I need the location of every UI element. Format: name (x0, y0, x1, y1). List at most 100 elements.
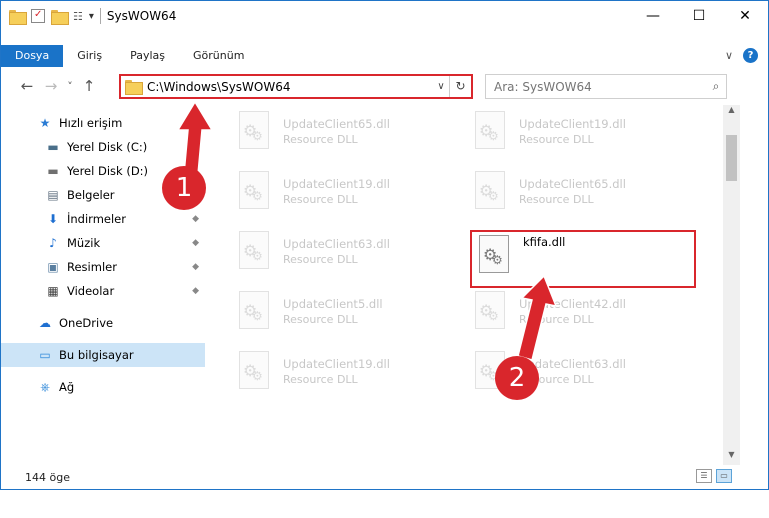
address-folder-icon (125, 80, 143, 95)
file-name: UpdateClient19.dll (283, 177, 390, 191)
dll-file-icon: ⚙ ⚙ (235, 111, 273, 151)
file-list: ⚙ ⚙ UpdateClient65.dll Resource DLL ⚙ ⚙ Upd… (219, 105, 719, 475)
maximize-button[interactable]: ☐ (676, 1, 722, 31)
sidebar-item-label: Resimler (67, 260, 117, 274)
scroll-thumb[interactable] (726, 135, 737, 181)
scroll-up-icon[interactable]: ▲ (723, 105, 740, 120)
file-type: Resource DLL (283, 313, 358, 326)
sidebar-item-network[interactable]: ⎈ Ağ (1, 375, 205, 399)
address-path[interactable]: C:\Windows\SysWOW64 (147, 80, 433, 94)
pin-icon[interactable]: ◆ (192, 262, 199, 272)
pictures-icon: ▣ (47, 260, 59, 274)
up-button[interactable]: ↑ (77, 77, 101, 95)
sidebar-item-videos[interactable]: ▦ Videolar ◆ (1, 279, 205, 303)
dll-file-icon: ⚙ ⚙ (235, 291, 273, 331)
file-type: Resource DLL (519, 193, 594, 206)
qat-dropdown-icon[interactable]: ▾ (89, 11, 94, 22)
sidebar-item-label: Videolar (67, 284, 115, 298)
refresh-button[interactable]: ↻ (449, 76, 471, 97)
dll-file-icon: ⚙ ⚙ (471, 111, 509, 151)
file-name: UpdateClient42.dll (519, 297, 626, 311)
sidebar-item-label: OneDrive (59, 316, 114, 330)
back-button[interactable]: ← (15, 77, 39, 95)
cloud-icon: ☁ (39, 316, 51, 330)
file-item[interactable]: ⚙ ⚙ UpdateClient65.dll Resource DLL (471, 171, 691, 219)
close-button[interactable]: ✕ (722, 1, 768, 31)
details-view-button[interactable]: ☰ (696, 469, 712, 483)
pin-icon[interactable]: ◆ (192, 214, 199, 224)
sidebar-item-label: Ağ (59, 380, 75, 394)
dll-file-icon: ⚙ ⚙ (235, 351, 273, 391)
file-type: Resource DLL (283, 133, 358, 146)
recent-locations-button[interactable]: ˅ (63, 80, 77, 93)
minimize-button[interactable]: — (630, 1, 676, 31)
pin-icon[interactable]: ◆ (192, 286, 199, 296)
title-separator (99, 8, 101, 24)
file-name: UpdateClient65.dll (283, 117, 390, 131)
sidebar-item-music[interactable]: ♪ Müzik ◆ (1, 231, 205, 255)
file-name: UpdateClient65.dll (519, 177, 626, 191)
search-input[interactable] (494, 79, 706, 94)
sidebar-item-pictures[interactable]: ▣ Resimler ◆ (1, 255, 205, 279)
new-folder-icon[interactable] (51, 9, 69, 25)
drive-icon: ▬ (47, 140, 59, 154)
dll-file-icon: ⚙ ⚙ (471, 171, 509, 211)
window-controls: — ☐ ✕ (630, 1, 768, 31)
address-row: ← → ˅ ↑ C:\Windows\SysWOW64 ∨ ↻ ⌕ (1, 71, 768, 101)
customize-qat-icon[interactable]: ☷ (73, 10, 83, 23)
view-buttons: ☰ ▭ (696, 469, 732, 483)
tab-share[interactable]: Paylaş (116, 45, 179, 67)
search-icon[interactable]: ⌕ (706, 79, 726, 94)
address-dropdown-icon[interactable]: ∨ (433, 81, 449, 92)
tab-file[interactable]: Dosya (1, 45, 64, 67)
title-bar: ✓ ☷ ▾ SysWOW64 — ☐ ✕ (1, 1, 768, 31)
search-box[interactable]: ⌕ (485, 74, 727, 99)
video-icon: ▦ (47, 284, 59, 298)
status-bar: 144 öge ☰ ▭ (1, 465, 768, 489)
file-name: UpdateClient19.dll (519, 117, 626, 131)
file-name: UpdateClient63.dll (283, 237, 390, 251)
vertical-scrollbar[interactable]: ▲ ▼ (723, 105, 740, 465)
file-type: Resource DLL (283, 373, 358, 386)
file-highlight-box (470, 230, 696, 288)
sidebar-item-label: Bu bilgisayar (59, 348, 134, 362)
ribbon-tabs: Dosya Giriş Paylaş Görünüm ∨ ? (1, 45, 768, 67)
sidebar-item-this-pc[interactable]: ▭ Bu bilgisayar (1, 343, 205, 367)
sidebar-item-local-disk-c[interactable]: ▬ Yerel Disk (C:) (1, 135, 205, 159)
dll-file-icon: ⚙ ⚙ (235, 231, 273, 271)
tab-view[interactable]: Görünüm (179, 45, 258, 67)
item-count: 144 öge (25, 470, 70, 484)
file-item[interactable]: ⚙ ⚙ UpdateClient63.dll Resource DLL (235, 231, 455, 279)
network-icon: ⎈ (40, 379, 50, 394)
file-item[interactable]: ⚙ ⚙ UpdateClient65.dll Resource DLL (235, 111, 455, 159)
file-item[interactable]: ⚙ ⚙ UpdateClient19.dll Resource DLL (471, 111, 691, 159)
file-name: UpdateClient19.dll (283, 357, 390, 371)
help-icon[interactable]: ? (743, 48, 758, 63)
address-bar[interactable]: C:\Windows\SysWOW64 ∨ ↻ (119, 74, 473, 99)
quick-access-toolbar: ✓ ☷ ▾ (1, 9, 94, 25)
sidebar-item-quick-access[interactable]: ★ Hızlı erişim (1, 111, 205, 135)
tab-home[interactable]: Giriş (63, 45, 116, 67)
sidebar-item-onedrive[interactable]: ☁ OneDrive (1, 311, 205, 335)
forward-button[interactable]: → (39, 77, 63, 95)
file-type: Resource DLL (283, 253, 358, 266)
expand-ribbon-icon[interactable]: ∨ (725, 49, 733, 62)
sidebar-item-label: Belgeler (67, 188, 115, 202)
computer-icon: ▭ (39, 348, 51, 362)
properties-icon[interactable]: ✓ (31, 9, 45, 23)
pin-icon[interactable]: ◆ (192, 238, 199, 248)
file-type: Resource DLL (519, 133, 594, 146)
file-item[interactable]: ⚙ ⚙ UpdateClient42.dll Resource DLL (471, 291, 691, 339)
file-item[interactable]: ⚙ ⚙ UpdateClient19.dll Resource DLL (235, 351, 455, 399)
step-badge-2: 2 (495, 356, 539, 400)
large-icons-view-button[interactable]: ▭ (716, 469, 732, 483)
file-type: Resource DLL (519, 313, 594, 326)
file-item[interactable]: ⚙ ⚙ UpdateClient19.dll Resource DLL (235, 171, 455, 219)
scroll-down-icon[interactable]: ▼ (723, 450, 740, 465)
sidebar-item-downloads[interactable]: ⬇ İndirmeler ◆ (1, 207, 205, 231)
file-item[interactable]: ⚙ ⚙ UpdateClient5.dll Resource DLL (235, 291, 455, 339)
sidebar-item-label: Yerel Disk (C:) (67, 140, 148, 154)
music-icon: ♪ (49, 236, 57, 250)
document-icon: ▤ (47, 188, 59, 202)
folder-icon (9, 9, 27, 25)
